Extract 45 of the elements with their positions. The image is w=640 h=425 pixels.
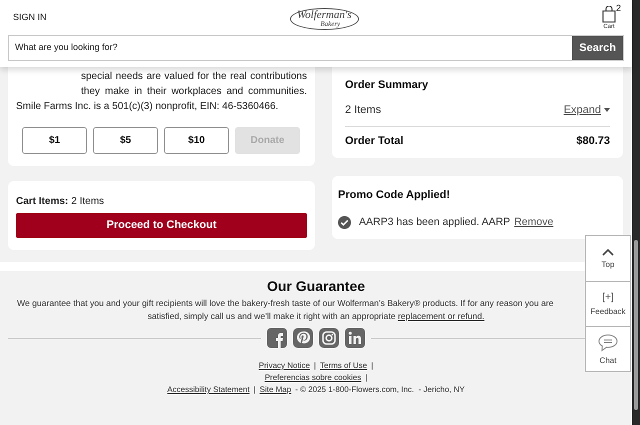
sign-in-link[interactable]: SIGN IN [13, 10, 47, 24]
cart-items-label: Cart Items: [16, 195, 68, 209]
footer-text: | [254, 384, 256, 395]
order-total-label: Order Total [345, 134, 404, 149]
chat-button[interactable]: Chat [586, 326, 630, 371]
amount-button[interactable]: $1 [22, 127, 87, 154]
shopping-bag-icon [602, 6, 616, 23]
footer-link[interactable]: Terms of Use [320, 360, 368, 371]
items-count: 2 Items [345, 102, 382, 118]
promo-title: Promo Code Applied! [338, 188, 452, 202]
footer-link[interactable]: Site Map [260, 384, 292, 395]
order-total-value: $80.73 [576, 134, 610, 149]
linkedin-icon[interactable] [345, 328, 365, 348]
amount-button[interactable]: $10 [164, 127, 229, 154]
footer-text: | [371, 360, 374, 371]
facebook-icon[interactable] [267, 328, 287, 348]
feedback-icon: [+] [602, 292, 614, 302]
donation-text: special needs are valued for the real contributions they make in their workplaces and communities. Smile Farms Inc. is a 501(c)(3) nonprofit, EIN: 46-5360466. [16, 70, 307, 114]
promo-message: AARP3 has been applied. AARP [359, 215, 510, 230]
replacement-link[interactable]: replacement or refund. [398, 311, 484, 321]
guarantee-text: satisfied, simply call us and we’ll make it right with an appropriate replacement or refund. [148, 310, 484, 323]
guarantee-title: Our Guarantee [266, 277, 366, 296]
footer-text: | [314, 360, 316, 371]
footer-text: | [365, 372, 368, 383]
guarantee-text: We guarantee that you and your gift recipients will love the bakery-fresh taste of our Wolferman’s Bakery® products. If for any reason you are [17, 297, 554, 310]
check-circle-icon [338, 216, 351, 230]
caret-icon [604, 108, 610, 112]
remove-link[interactable]: Remove [514, 215, 554, 231]
footer-text: - © 2025 1-800-Flowers.com, Inc. - Jericho, NY [295, 384, 465, 395]
expand-toggle[interactable]: Expand [564, 102, 610, 118]
search-field[interactable]: What are you looking for? Search [8, 35, 624, 61]
order-summary-title: Order Summary [345, 78, 430, 93]
amount-button[interactable]: $5 [93, 127, 158, 154]
chat-icon [598, 334, 618, 352]
top-button[interactable]: Top [586, 236, 630, 281]
cart-items-value: 2 Items [71, 195, 104, 209]
feedback-button[interactable]: [+] Feedback [586, 281, 630, 326]
footer-link[interactable]: Preferencias sobre cookies [264, 372, 362, 383]
search-button[interactable]: Search [572, 36, 623, 60]
footer-link[interactable]: Accessibility Statement [167, 384, 250, 395]
instagram-icon[interactable] [319, 328, 339, 348]
chevron-up-icon [602, 248, 614, 256]
pinterest-icon[interactable] [293, 328, 313, 348]
checkout-button[interactable]: Proceed to Checkout [16, 213, 307, 238]
footer-link[interactable]: Privacy Notice [258, 360, 310, 371]
